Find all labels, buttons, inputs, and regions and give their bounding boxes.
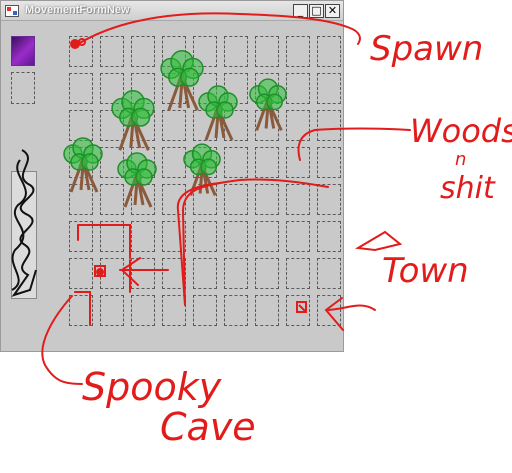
grid-cell[interactable] [255, 36, 279, 67]
grid-cell[interactable] [286, 258, 310, 289]
grid-cell[interactable] [286, 295, 310, 326]
grid-cell[interactable] [255, 184, 279, 215]
grid-cell[interactable] [317, 184, 341, 215]
grid-cell[interactable] [224, 147, 248, 178]
grid-cell[interactable] [162, 73, 186, 104]
inventory-slot-purple-item[interactable] [11, 36, 35, 66]
grid-cell[interactable] [69, 147, 93, 178]
grid-cell[interactable] [100, 295, 124, 326]
town-annotation: Town [382, 251, 469, 291]
grid-cell[interactable] [100, 184, 124, 215]
grid-cell[interactable] [100, 110, 124, 141]
grid-cell[interactable] [162, 184, 186, 215]
grid-cell[interactable] [193, 36, 217, 67]
grid-cell[interactable] [100, 221, 124, 252]
grid-cell[interactable] [131, 258, 155, 289]
grid-cell[interactable] [100, 73, 124, 104]
grid-cell[interactable] [224, 73, 248, 104]
grid-cell[interactable] [193, 258, 217, 289]
town-building-sketch [354, 230, 403, 252]
grid-cell[interactable] [131, 73, 155, 104]
grid-cell[interactable] [162, 295, 186, 326]
grid-cell[interactable] [255, 295, 279, 326]
grid-cell[interactable] [224, 221, 248, 252]
grid-cell[interactable] [317, 73, 341, 104]
grid-cell[interactable] [317, 258, 341, 289]
grid-cell[interactable] [162, 36, 186, 67]
woods-annotation-line2: n [455, 149, 466, 170]
grid-cell[interactable] [224, 184, 248, 215]
grid-cell[interactable] [162, 110, 186, 141]
grid-cell[interactable] [317, 295, 341, 326]
grid-cell[interactable] [131, 36, 155, 67]
grid-cell[interactable] [224, 295, 248, 326]
grid-cell[interactable] [286, 36, 310, 67]
cave-annotation-line1: Spooky [82, 365, 222, 409]
grid-cell[interactable] [69, 184, 93, 215]
grid-cell[interactable] [286, 110, 310, 141]
close-button[interactable]: ✕ [325, 4, 340, 18]
grid-cell[interactable] [317, 36, 341, 67]
grid-cell[interactable] [224, 110, 248, 141]
side-panel [11, 171, 37, 299]
grid-cell[interactable] [286, 221, 310, 252]
grid-cell[interactable] [255, 258, 279, 289]
grid-cell[interactable] [131, 295, 155, 326]
grid-cell[interactable] [255, 73, 279, 104]
grid-cell[interactable] [286, 147, 310, 178]
grid-cell[interactable] [193, 221, 217, 252]
grid-cell[interactable] [131, 147, 155, 178]
grid-cell[interactable] [286, 184, 310, 215]
grid-cell[interactable] [255, 147, 279, 178]
woods-annotation-line1: Woods [410, 112, 512, 150]
minimize-button[interactable]: _ [293, 4, 308, 18]
grid-cell[interactable] [162, 147, 186, 178]
window-title: MovementFormNew [25, 4, 130, 16]
app-window: MovementFormNew _ □ ✕ [0, 0, 344, 352]
title-bar[interactable]: MovementFormNew _ □ ✕ [1, 1, 343, 21]
grid-cell[interactable] [131, 221, 155, 252]
grid-cell[interactable] [317, 221, 341, 252]
grid-cell[interactable] [286, 73, 310, 104]
grid-cell[interactable] [69, 110, 93, 141]
grid-cell[interactable] [317, 147, 341, 178]
grid-cell[interactable] [131, 184, 155, 215]
grid-cell[interactable] [193, 147, 217, 178]
grid-cell[interactable] [69, 36, 93, 67]
grid-cell[interactable] [100, 258, 124, 289]
grid-cell[interactable] [255, 221, 279, 252]
grid-cell[interactable] [255, 110, 279, 141]
woods-annotation-line3: shit [440, 171, 496, 206]
grid-cell[interactable] [162, 221, 186, 252]
inventory-slot-empty[interactable] [11, 72, 35, 104]
grid-cell[interactable] [224, 36, 248, 67]
grid-cell[interactable] [69, 258, 93, 289]
grid-cell[interactable] [69, 73, 93, 104]
maximize-button[interactable]: □ [309, 4, 324, 18]
cave-annotation-line2: Cave [160, 405, 256, 449]
grid-cell[interactable] [193, 73, 217, 104]
grid-cell[interactable] [131, 110, 155, 141]
grid-cell[interactable] [162, 258, 186, 289]
grid-cell[interactable] [193, 110, 217, 141]
grid-cell[interactable] [100, 147, 124, 178]
grid-cell[interactable] [100, 36, 124, 67]
movement-grid [69, 36, 341, 328]
spawn-annotation: Spawn [370, 29, 483, 69]
grid-cell[interactable] [69, 295, 93, 326]
grid-cell[interactable] [317, 110, 341, 141]
grid-cell[interactable] [193, 295, 217, 326]
app-icon [5, 5, 19, 17]
grid-cell[interactable] [69, 221, 93, 252]
grid-cell[interactable] [224, 258, 248, 289]
grid-cell[interactable] [193, 184, 217, 215]
